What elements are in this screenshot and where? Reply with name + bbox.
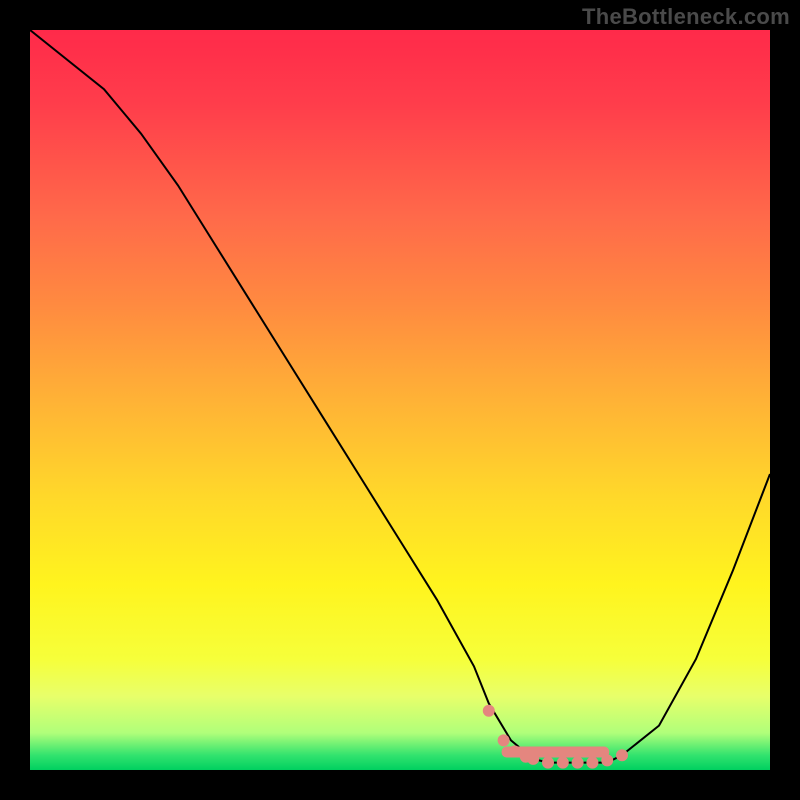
watermark-text: TheBottleneck.com bbox=[582, 4, 790, 30]
plot-area bbox=[30, 30, 770, 770]
curve-layer bbox=[30, 30, 770, 770]
marker-dots bbox=[483, 705, 628, 769]
main-curve bbox=[30, 30, 770, 763]
chart-frame: TheBottleneck.com bbox=[0, 0, 800, 800]
